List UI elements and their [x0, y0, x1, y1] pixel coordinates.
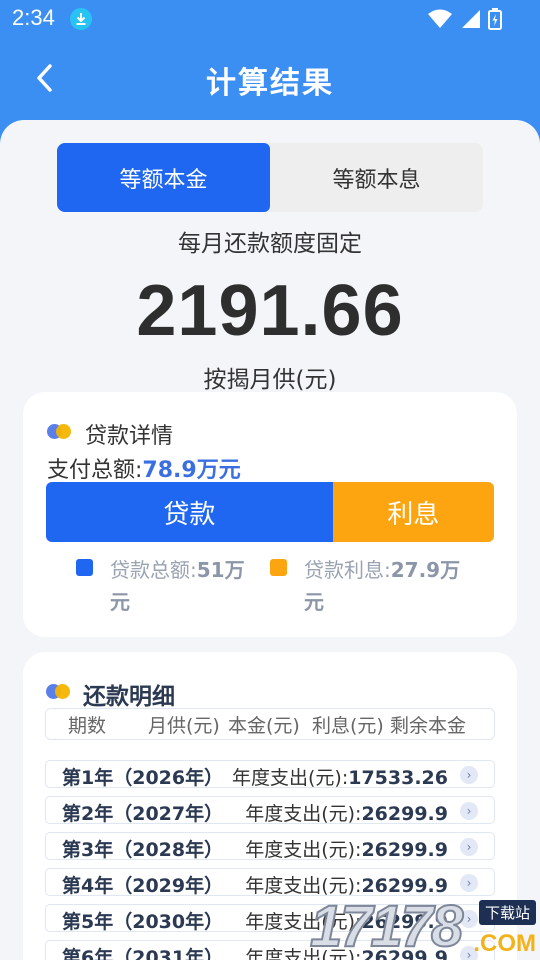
tab-equal-principal[interactable]: 等额本金: [57, 143, 270, 212]
col-period: 期数: [68, 715, 107, 737]
schedule-title: 还款明细: [83, 684, 175, 710]
row-year: 第3年（2028年）: [62, 839, 224, 861]
watermark-digits: 17178: [309, 893, 464, 960]
loan-interest-bar: 贷款 利息: [46, 482, 494, 542]
row-value: 17533.26: [348, 767, 448, 789]
chevron-right-icon: ›: [460, 802, 478, 820]
row-year: 第2年（2027年）: [62, 803, 224, 825]
row-value: 26299.9: [361, 839, 448, 861]
total-payment-label: 支付总额:: [47, 458, 143, 483]
status-bar: 2:34: [0, 0, 540, 40]
col-remaining: 剩余本金: [390, 715, 467, 737]
schedule-column-headers: 期数 月供(元) 本金(元) 利息(元) 剩余本金: [45, 708, 495, 740]
chevron-right-icon: ›: [460, 766, 478, 784]
row-year: 第6年（2031年）: [62, 947, 224, 960]
chevron-right-icon: ›: [460, 874, 478, 892]
col-principal: 本金(元): [228, 715, 300, 737]
monthly-payment-amount: 2191.66: [136, 271, 404, 351]
row-year: 第5年（2030年）: [62, 911, 224, 933]
bar-interest-segment: 利息: [332, 482, 494, 542]
content-sheet: 等额本金 等额本息 每月还款额度固定 2191.66 按揭月供(元) 贷款详情 …: [0, 120, 540, 960]
loan-details-title: 贷款详情: [85, 424, 174, 449]
schedule-row[interactable]: 第2年（2027年） 年度支出(元):26299.9 ›: [45, 796, 495, 825]
wifi-icon: [428, 9, 452, 33]
schedule-row[interactable]: 第1年（2026年） 年度支出(元):17533.26 ›: [45, 760, 495, 789]
site-watermark: 17178 下载站 .COM: [309, 893, 540, 960]
schedule-row[interactable]: 第3年（2028年） 年度支出(元):26299.9 ›: [45, 832, 495, 861]
app-header: 计算结果: [0, 44, 540, 116]
row-label: 年度支出(元):: [232, 767, 349, 789]
repayment-type-tabs: 等额本金 等额本息: [57, 143, 483, 212]
download-icon: [70, 8, 92, 30]
total-payment: 支付总额:78.9万元: [47, 452, 241, 484]
status-icons: [428, 8, 502, 34]
schedule-row[interactable]: 第4年（2029年） 年度支出(元):26299.9 ›: [45, 868, 495, 897]
legend-interest: 贷款利息:27.9万元: [270, 554, 470, 624]
battery-icon: [488, 8, 502, 34]
row-label: 年度支出(元):: [245, 803, 362, 825]
row-value: 26299.9: [361, 803, 448, 825]
status-time: 2:34: [12, 5, 55, 30]
watermark-tag: 下载站: [478, 900, 536, 925]
row-year: 第4年（2029年）: [62, 875, 224, 897]
bar-loan-segment: 贷款: [46, 482, 333, 542]
page-title: 计算结果: [206, 66, 334, 101]
legend-principal: 贷款总额:51万元: [76, 554, 266, 624]
section-dots-icon: [47, 422, 75, 440]
section-dots-icon: [46, 682, 74, 700]
tab-equal-installment[interactable]: 等额本息: [270, 143, 483, 212]
total-payment-value: 78.9万元: [142, 458, 241, 483]
row-label: 年度支出(元):: [245, 839, 362, 861]
interest-label: 贷款利息:: [304, 558, 391, 582]
loan-details-card: 贷款详情 支付总额:78.9万元 贷款 利息 贷款总额:51万元 贷款利息:27…: [23, 392, 517, 637]
signal-icon: [460, 9, 480, 33]
principal-swatch: [76, 559, 93, 576]
col-interest: 利息(元): [312, 715, 384, 737]
col-monthly: 月供(元): [148, 715, 220, 737]
principal-label: 贷款总额:: [110, 558, 197, 582]
chevron-right-icon: ›: [460, 838, 478, 856]
row-year: 第1年（2026年）: [62, 767, 224, 789]
monthly-payment-caption: 按揭月供(元): [203, 367, 337, 393]
payment-note: 每月还款额度固定: [178, 231, 362, 257]
interest-swatch: [270, 559, 287, 576]
watermark-suffix: .COM: [473, 930, 536, 957]
